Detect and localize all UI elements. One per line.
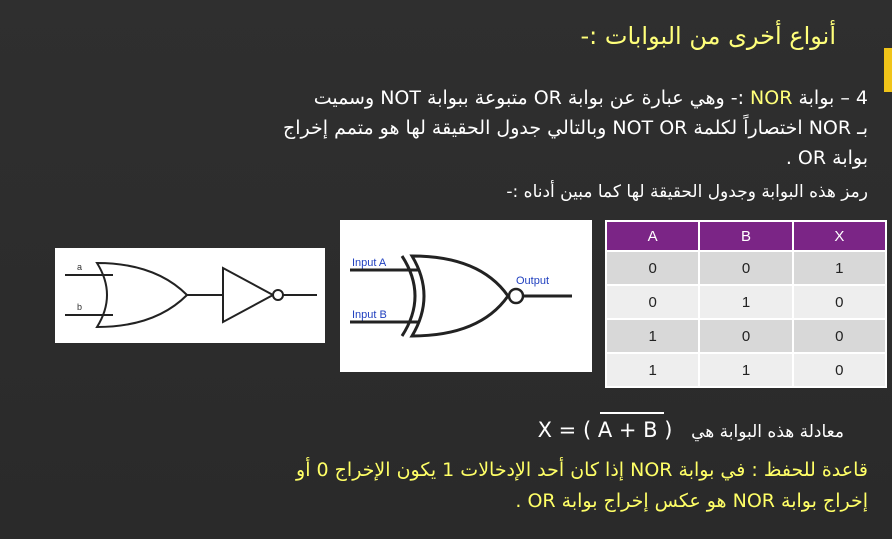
table-cell: 1 bbox=[791, 250, 888, 286]
table-cell: 1 bbox=[604, 352, 701, 388]
or-not-svg: a b bbox=[65, 261, 317, 329]
not-gate-shape bbox=[222, 266, 276, 324]
gate-number: 4 – بوابة bbox=[792, 87, 868, 109]
column-header-b: B bbox=[698, 220, 794, 252]
or-gate-shape bbox=[95, 261, 189, 329]
column-header-x: X bbox=[791, 220, 888, 252]
or-not-diagram: a b bbox=[55, 248, 325, 343]
table-cell: 0 bbox=[791, 284, 888, 320]
nor-svg: Input A Input B Output bbox=[350, 254, 572, 338]
table-cell: 0 bbox=[791, 352, 888, 388]
paragraph-line-3: بوابة OR . bbox=[785, 147, 868, 169]
table-cell: 0 bbox=[698, 250, 794, 286]
nor-highlight: NOR bbox=[750, 87, 793, 109]
paragraph-line-1-rest: :- وهي عبارة عن بوابة OR متبوعة ببوابة N… bbox=[313, 87, 751, 109]
table-cell: 0 bbox=[604, 284, 701, 320]
not-bubble bbox=[272, 289, 284, 301]
memory-rule-line-1: قاعدة للحفظ : في بوابة NOR إذا كان أحد ا… bbox=[296, 459, 868, 481]
table-row: 0 0 1 bbox=[604, 250, 888, 286]
table-cell: 0 bbox=[698, 318, 794, 354]
memory-rule-line-2: إخراج بوابة NOR هو عكس إخراج بوابة OR . bbox=[515, 490, 868, 512]
column-header-a: A bbox=[604, 220, 701, 252]
table-cell: 0 bbox=[604, 250, 701, 286]
equation-label: معادلة هذه البوابة هي bbox=[691, 422, 844, 442]
table-cell: 0 bbox=[791, 318, 888, 354]
output-label: Output bbox=[516, 275, 549, 287]
nor-bubble bbox=[507, 287, 525, 305]
table-cell: 1 bbox=[698, 352, 794, 388]
nor-back-curve bbox=[400, 255, 417, 337]
equation-text: X = ( A + B ) bbox=[537, 418, 673, 442]
diagram1-label-a: a bbox=[77, 262, 82, 272]
paragraph-line-4: رمز هذه البوابة وجدول الحقيقة لها كما مب… bbox=[506, 182, 868, 202]
equation-row: معادلة هذه البوابة هي X = ( A + B ) bbox=[537, 412, 844, 442]
truth-table: A B X 0 0 1 0 1 0 1 0 0 1 1 0 bbox=[604, 220, 888, 388]
table-header-row: A B X bbox=[604, 220, 888, 252]
input-b-label: Input B bbox=[352, 309, 387, 321]
table-cell: 1 bbox=[698, 284, 794, 320]
paragraph-line-1: 4 – بوابة NOR :- وهي عبارة عن بوابة OR م… bbox=[46, 84, 868, 112]
input-a-label: Input A bbox=[352, 257, 387, 269]
negation-bar bbox=[599, 412, 665, 414]
slide: أنواع أخرى من البوابات :- 4 – بوابة NOR … bbox=[0, 0, 892, 539]
accent-bar bbox=[884, 48, 892, 92]
equation-expression: X = ( A + B ) bbox=[537, 412, 673, 442]
nor-gate-shape bbox=[409, 254, 510, 338]
nor-gate-diagram: Input A Input B Output bbox=[340, 220, 592, 372]
table-row: 0 1 0 bbox=[604, 284, 888, 320]
diagram1-label-b: b bbox=[77, 302, 82, 312]
table-cell: 1 bbox=[604, 318, 701, 354]
slide-title: أنواع أخرى من البوابات :- bbox=[580, 22, 836, 50]
paragraph-line-2: بـ NOR اختصاراً لكلمة NOT OR وبالتالي جد… bbox=[282, 117, 868, 139]
table-row: 1 0 0 bbox=[604, 318, 888, 354]
table-row: 1 1 0 bbox=[604, 352, 888, 388]
